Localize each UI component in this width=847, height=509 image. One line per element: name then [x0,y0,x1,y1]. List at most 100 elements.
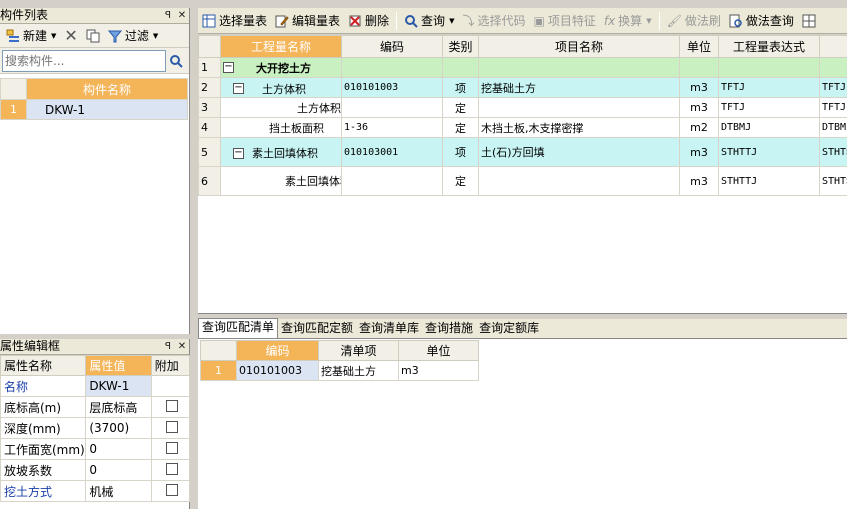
method-brush-button[interactable]: 🖌 做法刷 [663,10,725,32]
row-number: 1 [198,57,221,78]
property-value[interactable]: 0 [85,459,152,481]
extra-cell: TFTJ [819,97,847,118]
unit-cell[interactable]: m3 [398,360,479,381]
qty-name-cell[interactable]: − 土方体积 [220,77,342,98]
table-row[interactable]: 底标高(m) 层底标高 [0,396,191,418]
collapse-icon[interactable]: − [233,147,244,159]
property-value[interactable]: 机械 [85,480,152,502]
filter-icon [107,29,122,43]
tab-match-list[interactable]: 查询匹配清单 [198,318,279,338]
qty-name-cell[interactable]: 挡土板面积 [220,117,342,138]
expr-cell[interactable] [718,57,820,78]
pin-icon[interactable]: ꟼ [161,10,175,21]
close-icon[interactable]: ✕ [175,10,189,21]
tab-quota-library[interactable]: 查询定额库 [476,320,542,338]
expr-cell[interactable]: TFTJ [718,77,820,98]
table-row[interactable]: 2 − 土方体积 010101003 项 挖基础土方 m3 TFTJ TFTJ [198,77,847,98]
delete-button[interactable]: 删除 [344,10,393,32]
table-row[interactable]: 1 DKW-1 [0,99,188,120]
extra-checkbox[interactable] [165,441,178,454]
code-cell[interactable]: 010101003 [236,360,319,381]
table-row[interactable]: 放坡系数 0 [0,459,191,481]
collapse-icon[interactable]: − [223,62,234,74]
qty-name-cell[interactable]: 素土回填体积 [220,166,342,196]
item-name-cell[interactable] [478,57,680,78]
item-name-cell[interactable]: 土(石)方回填 [478,137,680,167]
property-extra [150,396,191,418]
expr-cell[interactable]: DTBMJ [718,117,820,138]
qty-name-cell[interactable]: − 素土回填体积 [220,137,342,167]
convert-button[interactable]: fx 换算 ▼ [600,10,656,32]
category-cell[interactable]: 定 [442,166,479,196]
code-cell[interactable]: 010103001 [341,137,443,167]
item-name-cell[interactable]: 挖基础土方 [478,77,680,98]
table-row[interactable]: 6 素土回填体积 定 m3 STHTTJ STHT> [198,166,847,196]
item-name-cell[interactable] [478,97,680,118]
component-name-cell[interactable]: DKW-1 [26,99,188,120]
property-value[interactable]: (3700) [85,417,152,439]
tab-match-quota[interactable]: 查询匹配定额 [278,320,356,338]
unit-cell[interactable]: m3 [679,137,719,167]
extra-checkbox[interactable] [165,483,178,496]
table-row[interactable]: 5 − 素土回填体积 010103001 项 土(石)方回填 m3 STHTTJ … [198,137,847,167]
code-header: 编码 [236,340,319,361]
qty-name-cell[interactable]: − 大开挖土方 [220,57,342,78]
property-value[interactable]: DKW-1 [85,375,152,397]
unit-cell[interactable]: m3 [679,97,719,118]
table-row[interactable]: 挖土方式 机械 [0,480,191,502]
method-query-button[interactable]: 做法查询 [725,10,798,32]
filter-button[interactable]: 过滤 ▼ [104,25,162,47]
query-button[interactable]: 查询 ▼ [400,10,458,32]
pin-icon[interactable]: ꟼ [161,341,175,352]
property-name: 放坡系数 [0,459,87,481]
select-code-button[interactable]: ⤵ 选择代码 [458,10,529,32]
extra-checkbox[interactable] [165,399,178,412]
component-search-input[interactable] [2,49,166,72]
table-row[interactable]: 工作面宽(mm) 0 [0,438,191,460]
category-cell[interactable]: 项 [442,137,479,167]
edit-qty-button[interactable]: 编辑量表 [271,10,344,32]
delete-component-button[interactable]: ✕ [60,25,81,47]
unit-cell[interactable]: m3 [679,166,719,196]
select-qty-button[interactable]: 选择量表 [198,10,271,32]
category-cell[interactable]: 项 [442,77,479,98]
close-icon[interactable]: ✕ [175,341,189,352]
unit-cell[interactable]: m2 [679,117,719,138]
delete-icon [348,14,362,28]
item-name-cell[interactable] [478,166,680,196]
item-name-cell[interactable]: 木挡土板,木支撑密撑 [478,117,680,138]
table-row[interactable]: 4 挡土板面积 1-36 定 木挡土板,木支撑密撑 m2 DTBMJ DTBM [198,117,847,138]
list-item-cell[interactable]: 挖基础土方 [318,360,399,381]
extra-checkbox[interactable] [165,462,178,475]
code-cell[interactable]: 1-36 [341,117,443,138]
table-row[interactable]: 1 010101003 挖基础土方 m3 [200,360,479,381]
tab-list-library[interactable]: 查询清单库 [356,320,422,338]
code-cell[interactable] [341,166,443,196]
more-button[interactable] [798,10,820,32]
category-cell[interactable]: 定 [442,97,479,118]
table-row[interactable]: 3 土方体积 定 m3 TFTJ TFTJ [198,97,847,118]
code-cell[interactable] [341,97,443,118]
code-cell[interactable]: 010101003 [341,77,443,98]
category-cell[interactable] [442,57,479,78]
code-cell[interactable] [341,57,443,78]
table-row[interactable]: 深度(mm) (3700) [0,417,191,439]
tab-measures[interactable]: 查询措施 [422,320,476,338]
qty-name-cell[interactable]: 土方体积 [220,97,342,118]
property-value[interactable]: 层底标高 [85,396,152,418]
unit-cell[interactable]: m3 [679,77,719,98]
expr-cell[interactable]: STHTTJ [718,137,820,167]
category-cell[interactable]: 定 [442,117,479,138]
item-feature-button[interactable]: ▣ 项目特征 [529,10,599,32]
expr-cell[interactable]: TFTJ [718,97,820,118]
table-row[interactable]: 名称 DKW-1 [0,375,191,397]
unit-cell[interactable] [679,57,719,78]
table-row[interactable]: 1 − 大开挖土方 [198,57,847,78]
new-button[interactable]: 新建 ▼ [2,25,60,47]
property-value[interactable]: 0 [85,438,152,460]
expr-cell[interactable]: STHTTJ [718,166,820,196]
extra-checkbox[interactable] [165,420,178,433]
copy-component-button[interactable] [82,25,104,47]
collapse-icon[interactable]: − [233,83,244,94]
search-icon[interactable] [166,50,186,72]
